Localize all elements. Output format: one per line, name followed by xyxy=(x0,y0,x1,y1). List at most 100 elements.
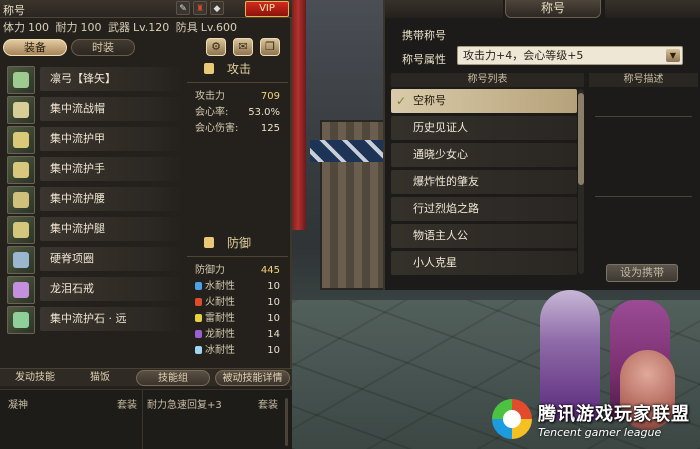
title-list-item[interactable]: 通晓少女心 xyxy=(391,143,577,167)
vip-button[interactable]: VIP xyxy=(245,1,289,17)
defense-icon xyxy=(204,237,214,248)
desc-divider xyxy=(595,116,692,117)
equipment-name: 凛弓【锋矢】 xyxy=(40,67,182,91)
desc-divider xyxy=(595,196,692,197)
charm-icon xyxy=(13,312,29,328)
stat-value: 10 xyxy=(267,281,280,292)
element-icon xyxy=(195,346,202,354)
title-list-item[interactable]: 小人克星 xyxy=(391,251,577,275)
title-list-header: 称号列表 xyxy=(391,73,584,87)
title-list-item[interactable]: 爆炸性的肇友 xyxy=(391,170,577,194)
stat-value: 100 xyxy=(80,21,102,34)
title-item-label: 小人克星 xyxy=(413,256,457,269)
attack-stat-row: 攻击力 709 xyxy=(187,89,288,105)
gear-icon[interactable]: ⚙ xyxy=(206,38,226,56)
defense-stat-row: 冰耐性 10 xyxy=(187,343,288,359)
scrollbar-thumb[interactable] xyxy=(578,93,584,185)
title-list-scrollbar[interactable] xyxy=(578,89,584,274)
title-panel-header: 称号 xyxy=(505,0,601,18)
skills-scrollbar[interactable] xyxy=(285,398,288,446)
title-list: ✓ 空称号历史见证人通晓少女心爆炸性的肇友行过烈焰之路 物语主人公小人克星 xyxy=(391,89,577,278)
bottom-bar: 发动技能 猫饭 技能组 被动技能详情 xyxy=(0,368,292,386)
gem-icon[interactable]: ◆ xyxy=(210,1,224,15)
equipment-slot[interactable]: 集中流护石 · 远 xyxy=(7,306,182,334)
helmet-icon xyxy=(13,102,29,118)
cat-meal-button[interactable]: 猫饭 xyxy=(76,370,124,386)
equipment-icon-slot[interactable] xyxy=(7,276,35,304)
set-carry-button[interactable]: 设为携带 xyxy=(606,264,678,282)
title-item-label: 行过烈焰之路 xyxy=(413,202,479,215)
equipment-name: 集中流护腿 xyxy=(40,217,182,241)
watermark: 腾讯游戏玩家联盟 Tencent gamer league xyxy=(492,392,697,446)
stat-label: 雷耐性 xyxy=(205,313,235,324)
stat-label: 武器 xyxy=(108,21,130,34)
equipment-slot[interactable]: 集中流护甲 xyxy=(7,126,182,154)
equipment-slot[interactable]: 集中流护腰 xyxy=(7,186,182,214)
activate-skill-button[interactable]: 发动技能 xyxy=(4,370,66,386)
attack-icon xyxy=(204,63,214,74)
equipment-list: 凛弓【锋矢】集中流战帽集中流护甲集中流护手集中流护腰集中流护腿硬脊项圈 龙泪石戒集… xyxy=(7,66,182,336)
book-icon[interactable]: ❐ xyxy=(260,38,280,56)
equipment-icon-slot[interactable] xyxy=(7,246,35,274)
tencent-logo-icon xyxy=(492,399,532,439)
skill-group-button[interactable]: 技能组 xyxy=(136,370,210,386)
title-attr-select[interactable]: 攻击力+4，会心等级+5 ▼ xyxy=(457,46,683,65)
skill-name: 耐力急速回复+3 xyxy=(147,400,222,411)
title-list-item[interactable]: 历史见证人 xyxy=(391,116,577,140)
equipment-slot[interactable]: 集中流护手 xyxy=(7,156,182,184)
defense-stat-row: 火耐性 10 xyxy=(187,295,288,311)
title-list-item[interactable]: ✓ 空称号 xyxy=(391,89,577,113)
defense-heading: 防御 xyxy=(187,234,288,252)
equipment-icon-slot[interactable] xyxy=(7,96,35,124)
equipment-name: 集中流护手 xyxy=(40,157,182,181)
equipment-icon-slot[interactable] xyxy=(7,156,35,184)
equipment-name: 集中流护甲 xyxy=(40,127,182,151)
stats-line: 体力 100 耐力 100 武器 Lv.120 防具 Lv.600 xyxy=(3,19,240,34)
necklace-icon xyxy=(13,252,29,268)
skill-type: 套装 xyxy=(117,400,137,411)
chevron-down-icon[interactable]: ▼ xyxy=(666,49,680,62)
attack-heading: 攻击 xyxy=(187,60,288,78)
bow-icon xyxy=(13,72,29,88)
title-item-label: 物语主人公 xyxy=(413,229,468,242)
stat-label: 体力 xyxy=(3,21,25,34)
stat-label: 会心伤害: xyxy=(195,123,239,134)
skill-name: 凝神 xyxy=(8,400,28,411)
title-list-item[interactable]: 物语主人公 xyxy=(391,224,577,248)
stat-label: 龙耐性 xyxy=(205,329,235,340)
stat-value: 445 xyxy=(260,265,280,276)
scroll-icon[interactable]: ✉ xyxy=(233,38,253,56)
stat-value: 709 xyxy=(260,91,280,102)
title-item-label: 空称号 xyxy=(413,94,446,107)
equipment-slot[interactable]: 集中流战帽 xyxy=(7,96,182,124)
watermark-cn: 腾讯游戏玩家联盟 xyxy=(538,403,690,425)
tab-equipment[interactable]: 装备 xyxy=(3,39,67,56)
equipment-icon-slot[interactable] xyxy=(7,186,35,214)
stat-label: 攻击力 xyxy=(195,91,225,102)
checkmark-icon: ✓ xyxy=(396,94,407,108)
title-item-label: 通晓少女心 xyxy=(413,148,468,161)
skill-type: 套装 xyxy=(258,400,278,411)
equipment-slot[interactable]: 集中流护腿 xyxy=(7,216,182,244)
gloves-icon xyxy=(13,162,29,178)
equipment-icon-slot[interactable] xyxy=(7,306,35,334)
equipment-icon-slot[interactable] xyxy=(7,216,35,244)
character-icon[interactable]: ♜ xyxy=(193,1,207,15)
equipment-slot[interactable]: 龙泪石戒 xyxy=(7,276,182,304)
boots-icon xyxy=(13,222,29,238)
equipment-slot[interactable]: 凛弓【锋矢】 xyxy=(7,66,182,94)
equipment-icon-slot[interactable] xyxy=(7,66,35,94)
stat-label: 防御力 xyxy=(195,265,225,276)
defense-stat-row: 水耐性 10 xyxy=(187,279,288,295)
passive-skill-detail-button[interactable]: 被动技能详情 xyxy=(215,370,290,386)
tab-fashion[interactable]: 时装 xyxy=(71,39,135,56)
element-icon xyxy=(195,298,202,306)
equipment-slot[interactable]: 硬脊项圈 xyxy=(7,246,182,274)
stat-value: 10 xyxy=(267,345,280,356)
title-list-item[interactable]: 行过烈焰之路 xyxy=(391,197,577,221)
stat-value: 53.0% xyxy=(248,107,280,118)
armor-icon xyxy=(13,132,29,148)
equipment-icon-slot[interactable] xyxy=(7,126,35,154)
pen-icon[interactable]: ✎ xyxy=(176,1,190,15)
stat-label: 会心率: xyxy=(195,107,229,118)
